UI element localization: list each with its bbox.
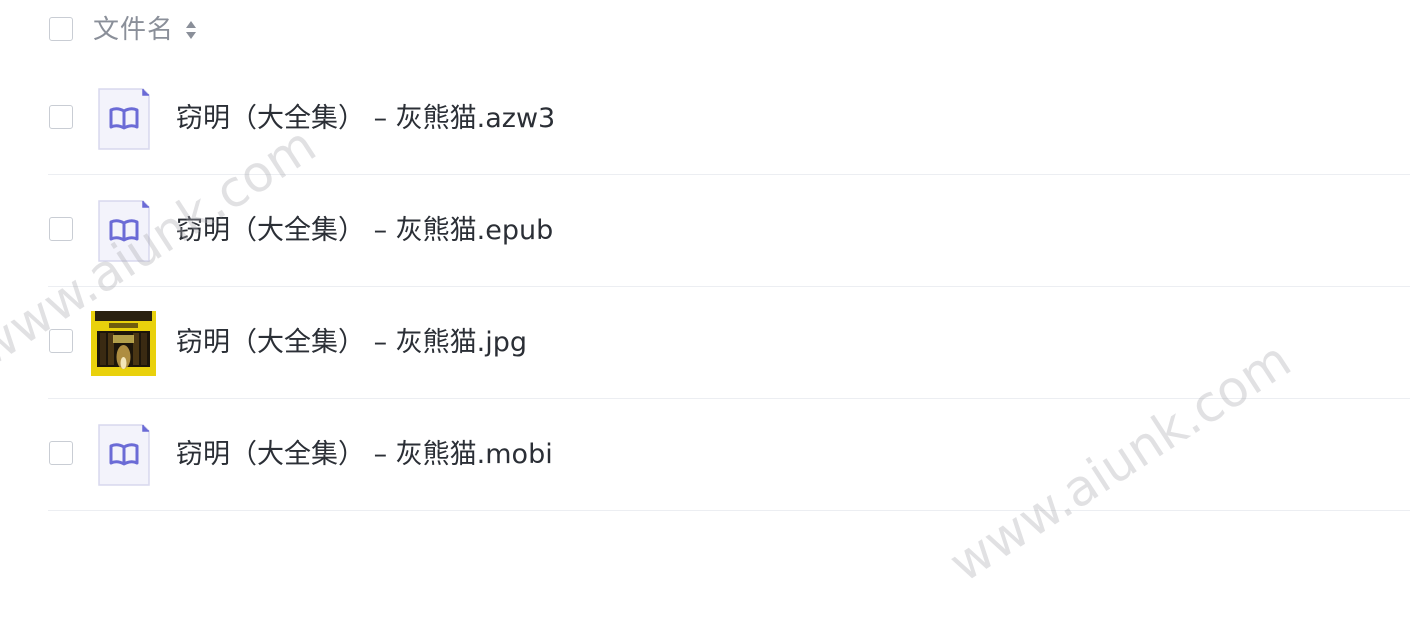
ebook-icon xyxy=(98,424,150,486)
file-row[interactable]: 窃明（大全集） – 灰熊猫.epub xyxy=(0,175,1410,287)
row-divider xyxy=(48,510,1410,511)
select-all-checkbox[interactable] xyxy=(49,17,73,41)
file-list-page: 文件名 窃明（大全集） – 灰熊猫.azw3 窃明（大全集） – 灰熊猫.epu… xyxy=(0,0,1410,626)
ebook-icon xyxy=(98,88,150,150)
file-list-header: 文件名 xyxy=(0,0,1410,62)
ebook-icon xyxy=(98,200,150,262)
file-name[interactable]: 窃明（大全集） – 灰熊猫.azw3 xyxy=(176,101,555,137)
file-row[interactable]: 窃明（大全集） – 灰熊猫.azw3 xyxy=(0,63,1410,175)
file-row[interactable]: 窃明（大全集） – 灰熊猫.jpg xyxy=(0,287,1410,399)
row-checkbox[interactable] xyxy=(49,105,73,129)
image-thumbnail xyxy=(91,311,156,376)
row-checkbox[interactable] xyxy=(49,217,73,241)
row-checkbox[interactable] xyxy=(49,329,73,353)
file-name[interactable]: 窃明（大全集） – 灰熊猫.mobi xyxy=(176,437,553,473)
file-row[interactable]: 窃明（大全集） – 灰熊猫.mobi xyxy=(0,399,1410,511)
column-header-filename[interactable]: 文件名 xyxy=(93,12,174,48)
row-checkbox[interactable] xyxy=(49,441,73,465)
sort-icon[interactable] xyxy=(184,18,198,44)
file-name[interactable]: 窃明（大全集） – 灰熊猫.epub xyxy=(176,213,553,249)
file-name[interactable]: 窃明（大全集） – 灰熊猫.jpg xyxy=(176,325,527,361)
